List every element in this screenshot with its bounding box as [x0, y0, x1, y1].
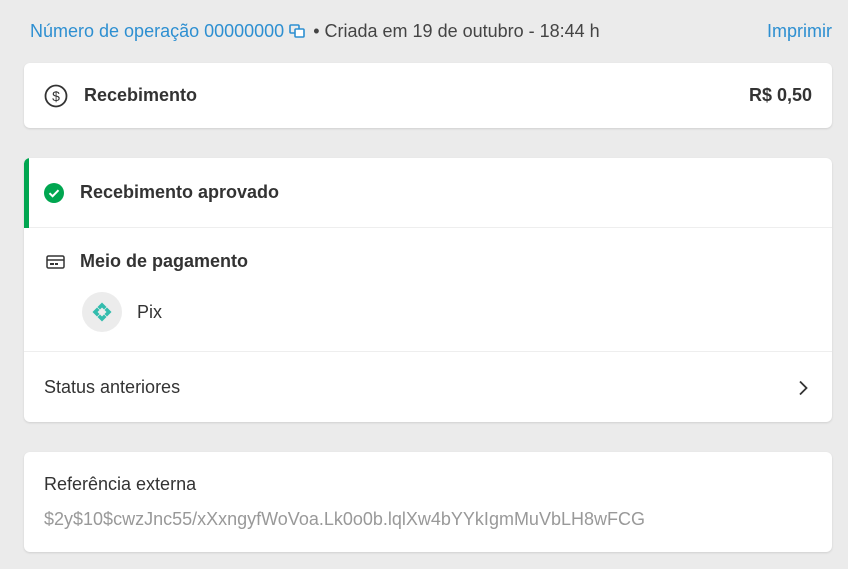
payment-method-name: Pix	[137, 301, 163, 322]
payment-method-heading: Meio de pagamento	[46, 251, 248, 272]
operation-detail-page: Número de operação 00000000 • Criada em 1…	[0, 0, 848, 569]
status-row: Recebimento aprovado	[24, 158, 832, 228]
svg-text:$: $	[52, 88, 60, 104]
payment-method-item: Pix	[82, 292, 162, 332]
pix-icon	[82, 292, 122, 332]
operation-header: Número de operação 00000000 • Criada em 1…	[30, 18, 832, 44]
previous-status-row[interactable]: Status anteriores	[24, 353, 832, 422]
status-label: Recebimento aprovado	[80, 182, 280, 202]
credit-card-icon	[46, 254, 66, 270]
payment-method-section: Meio de pagamento Pix	[24, 229, 832, 352]
copy-icon[interactable]	[289, 24, 306, 38]
created-info: • Criada em 19 de outubro - 18:44 h	[313, 21, 600, 42]
external-reference-value: $2y$10$cwzJnc55/xXxngyfWoVoa.Lk0o0b.lqlX…	[44, 509, 645, 529]
dollar-circle-icon: $	[44, 84, 68, 108]
amount-card-title: Recebimento	[84, 85, 198, 105]
separator-dot: •	[313, 20, 320, 41]
print-link[interactable]: Imprimir	[767, 21, 832, 42]
previous-status-label: Status anteriores	[44, 377, 181, 397]
external-reference-card: Referência externa $2y$10$cwzJnc55/xXxng…	[24, 452, 832, 552]
external-reference-label: Referência externa	[44, 474, 197, 494]
status-accent-bar	[24, 158, 29, 228]
amount-value: R$ 0,50	[748, 85, 812, 105]
created-date: Criada em 19 de outubro - 18:44 h	[324, 20, 600, 41]
payment-method-heading-label: Meio de pagamento	[80, 251, 249, 271]
amount-card: $ Recebimento R$ 0,50	[24, 63, 832, 128]
chevron-right-icon[interactable]	[798, 380, 808, 396]
check-circle-icon	[44, 182, 64, 203]
operation-number-link[interactable]: Número de operação 00000000	[30, 20, 306, 42]
operation-number-label: Número de operação 00000000	[30, 20, 285, 41]
status-card: Recebimento aprovado Meio de pagamento P…	[24, 158, 832, 422]
